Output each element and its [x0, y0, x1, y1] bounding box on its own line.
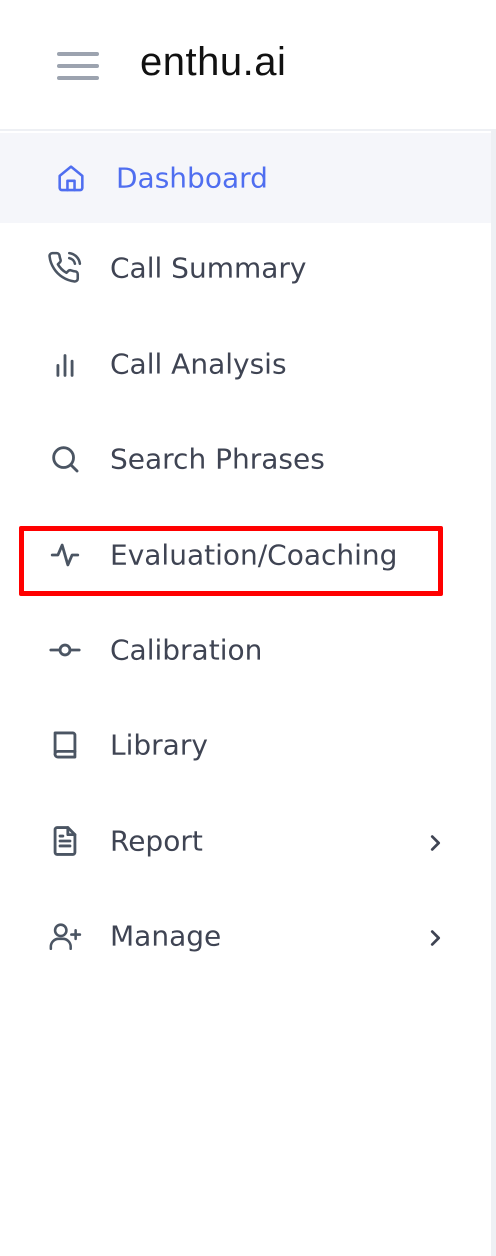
bar-chart-icon — [48, 347, 82, 381]
chevron-right-icon[interactable] — [424, 927, 446, 949]
sidebar-item-label: Library — [110, 728, 208, 762]
sidebar-item-label: Manage — [110, 919, 222, 953]
sidebar-border — [491, 131, 496, 1256]
chevron-right-icon[interactable] — [424, 832, 446, 854]
activity-icon — [48, 538, 82, 572]
sidebar-item-library[interactable]: Library — [0, 700, 491, 790]
sidebar-item-label: Report — [110, 824, 203, 858]
app-logo[interactable]: enthu.ai — [140, 38, 286, 86]
user-plus-icon — [48, 919, 82, 953]
sidebar-item-label: Call Summary — [110, 251, 307, 285]
sidebar-item-evaluation-coaching[interactable]: Evaluation/Coaching — [0, 510, 491, 600]
file-text-icon — [48, 824, 82, 858]
sidebar-item-label: Call Analysis — [110, 347, 287, 381]
search-icon — [48, 442, 82, 476]
sidebar-item-label: Search Phrases — [110, 442, 325, 476]
sidebar-item-manage[interactable]: Manage — [0, 891, 491, 981]
sidebar-item-dashboard[interactable]: Dashboard — [0, 133, 491, 223]
sidebar-item-call-summary[interactable]: Call Summary — [0, 223, 491, 313]
sidebar-item-label: Evaluation/Coaching — [110, 538, 398, 572]
sidebar-item-report[interactable]: Report — [0, 796, 491, 886]
sidebar-item-label: Calibration — [110, 633, 263, 667]
phone-call-icon — [48, 251, 82, 285]
sidebar-item-call-analysis[interactable]: Call Analysis — [0, 319, 491, 409]
sidebar-header: enthu.ai — [0, 0, 496, 131]
git-commit-icon — [48, 633, 82, 667]
app-shell: enthu.ai Dashboard Call Summary Call Ana… — [0, 0, 496, 1256]
sidebar-item-search-phrases[interactable]: Search Phrases — [0, 414, 491, 504]
book-icon — [48, 728, 82, 762]
hamburger-menu-icon[interactable] — [57, 50, 99, 82]
home-icon — [54, 161, 88, 195]
sidebar-item-label: Dashboard — [116, 161, 268, 195]
sidebar-item-calibration[interactable]: Calibration — [0, 605, 491, 695]
